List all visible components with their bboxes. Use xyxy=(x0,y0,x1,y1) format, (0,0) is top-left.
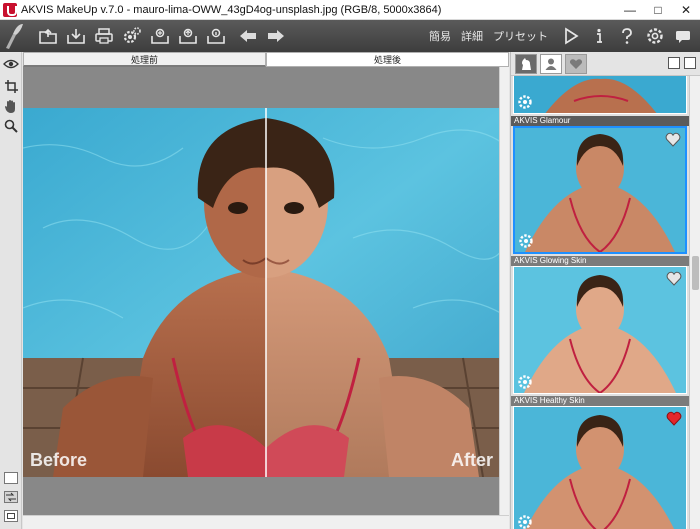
batch-gear-icon[interactable] xyxy=(119,24,145,48)
before-after-tabs: 処理前 処理後 xyxy=(23,52,509,67)
preset-name: AKVIS Glowing Skin xyxy=(511,256,689,266)
save-icon[interactable] xyxy=(63,24,89,48)
list-view-icon[interactable] xyxy=(668,57,680,69)
run-icon[interactable] xyxy=(558,24,584,48)
presets-panel-tabs xyxy=(511,52,700,76)
message-icon[interactable] xyxy=(670,24,696,48)
favorite-heart-icon[interactable] xyxy=(666,271,682,286)
before-label: Before xyxy=(30,450,88,470)
window-controls: — □ ✕ xyxy=(616,0,700,20)
single-view-icon[interactable] xyxy=(4,472,18,484)
presets-list[interactable]: AKVIS Glamour AKVIS Glowing Skin AKVIS H… xyxy=(511,76,689,529)
favorite-heart-icon[interactable] xyxy=(665,132,681,147)
horse-icon[interactable] xyxy=(515,53,537,74)
after-label: After xyxy=(450,450,493,470)
preset-settings-gear-icon[interactable] xyxy=(517,94,533,110)
presets-scrollbar[interactable] xyxy=(689,76,700,529)
title-bar: AKVIS MakeUp v.7.0 - mauro-lima-OWW_43gD… xyxy=(0,0,700,20)
akvis-logo-icon xyxy=(3,2,17,17)
mode-simple-button[interactable]: 簡易 xyxy=(429,28,451,44)
favorite-heart-icon-active[interactable] xyxy=(666,411,682,426)
canvas-horizontal-scrollbar[interactable] xyxy=(23,515,509,529)
share-icon[interactable] xyxy=(147,24,173,48)
tab-before[interactable]: 処理前 xyxy=(23,52,266,67)
presets-panel: AKVIS Glamour AKVIS Glowing Skin AKVIS H… xyxy=(510,52,700,529)
undo-arrow-icon[interactable] xyxy=(235,24,261,48)
left-tool-column xyxy=(0,52,22,529)
crop-icon[interactable] xyxy=(3,78,19,94)
print-icon[interactable] xyxy=(91,24,117,48)
preferences-icon[interactable] xyxy=(642,24,668,48)
person-icon[interactable] xyxy=(540,53,562,74)
heart-icon[interactable] xyxy=(565,53,587,74)
maximize-button[interactable]: □ xyxy=(644,0,672,20)
preset-item[interactable] xyxy=(511,76,689,114)
presets-button[interactable]: プリセット xyxy=(493,28,548,44)
portrait-photo: Before After xyxy=(23,108,509,477)
compare-view-icon[interactable] xyxy=(4,510,18,522)
preset-settings-gear-icon[interactable] xyxy=(517,374,533,390)
preset-settings-gear-icon[interactable] xyxy=(517,514,533,529)
zoom-icon[interactable] xyxy=(3,118,19,134)
preset-item[interactable]: AKVIS Healthy Skin xyxy=(511,396,689,529)
image-canvas[interactable]: Before After xyxy=(23,67,509,515)
preset-item[interactable]: AKVIS Glamour xyxy=(511,116,689,254)
preset-item[interactable]: AKVIS Glowing Skin xyxy=(511,256,689,394)
toolbar-right: 簡易 詳細 プリセット xyxy=(429,20,700,52)
preset-name: AKVIS Glamour xyxy=(511,116,689,126)
app-window: AKVIS MakeUp v.7.0 - mauro-lima-OWW_43gD… xyxy=(0,0,700,529)
brush-logo-icon xyxy=(1,21,27,51)
view-mode-buttons xyxy=(664,57,696,69)
minimize-button[interactable]: — xyxy=(616,0,644,20)
preset-name: AKVIS Healthy Skin xyxy=(511,396,689,406)
mode-advanced-button[interactable]: 詳細 xyxy=(461,28,483,44)
main-toolbar: 簡易 詳細 プリセット xyxy=(0,20,700,52)
portrait-image xyxy=(23,108,509,477)
split-view-icon[interactable] xyxy=(4,491,18,503)
close-button[interactable]: ✕ xyxy=(672,0,700,20)
tab-after[interactable]: 処理後 xyxy=(266,52,509,67)
presets-scroll-thumb[interactable] xyxy=(692,256,699,290)
info-sticker-icon[interactable] xyxy=(203,24,229,48)
hand-icon[interactable] xyxy=(3,98,19,114)
window-title: AKVIS MakeUp v.7.0 - mauro-lima-OWW_43gD… xyxy=(21,3,442,16)
canvas-vertical-scrollbar[interactable] xyxy=(499,67,509,515)
open-icon[interactable] xyxy=(35,24,61,48)
help-icon[interactable] xyxy=(614,24,640,48)
preset-settings-gear-icon[interactable] xyxy=(518,233,534,249)
info-icon[interactable] xyxy=(586,24,612,48)
eye-preview-icon[interactable] xyxy=(3,56,19,72)
grid-view-icon[interactable] xyxy=(684,57,696,69)
redo-arrow-icon[interactable] xyxy=(263,24,289,48)
upload-icon[interactable] xyxy=(175,24,201,48)
